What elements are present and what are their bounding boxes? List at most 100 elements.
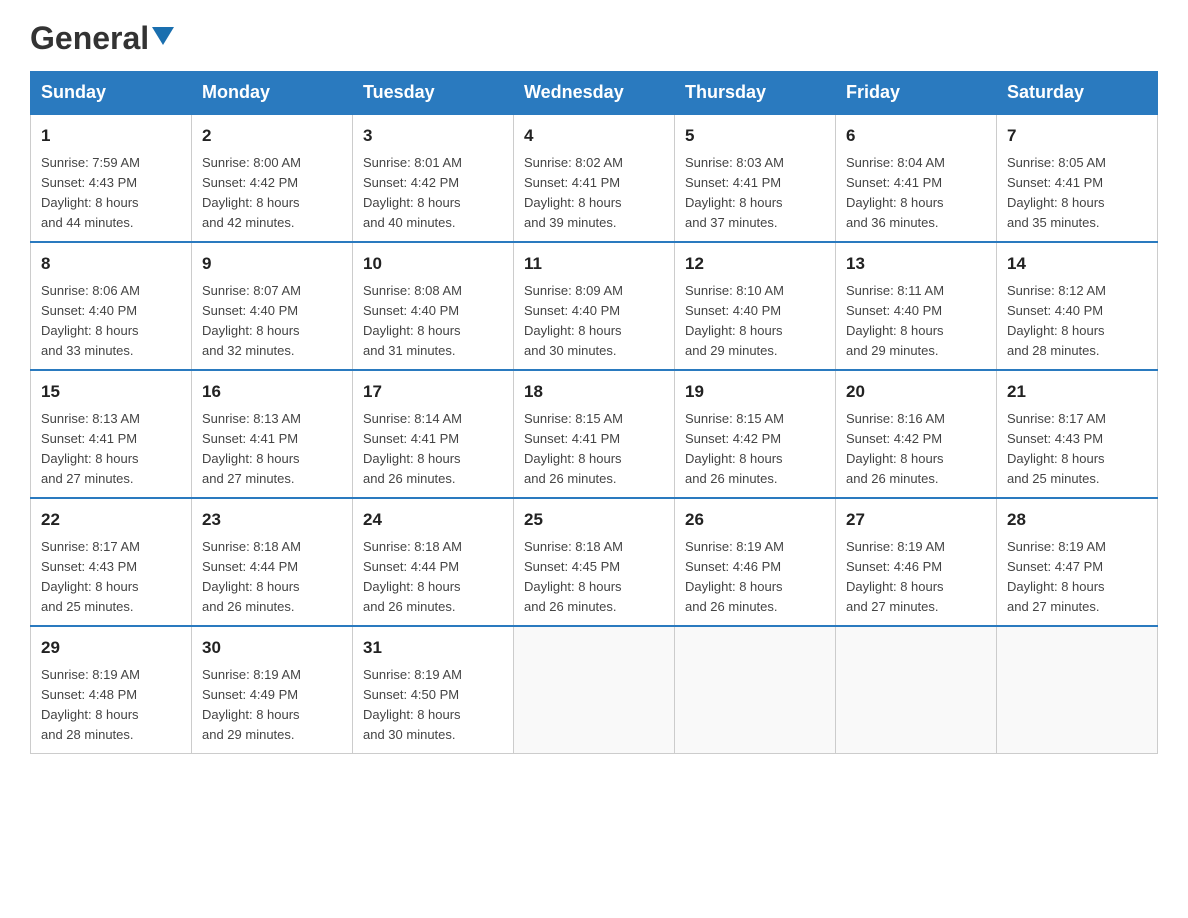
day-info: Sunrise: 8:13 AMSunset: 4:41 PMDaylight:… xyxy=(202,409,342,490)
calendar-table: SundayMondayTuesdayWednesdayThursdayFrid… xyxy=(30,71,1158,754)
logo-general: General xyxy=(30,20,149,57)
calendar-cell: 16 Sunrise: 8:13 AMSunset: 4:41 PMDayligh… xyxy=(192,370,353,498)
day-number: 22 xyxy=(41,507,181,533)
day-number: 29 xyxy=(41,635,181,661)
weekday-header-wednesday: Wednesday xyxy=(514,72,675,115)
calendar-week-4: 22 Sunrise: 8:17 AMSunset: 4:43 PMDayligh… xyxy=(31,498,1158,626)
day-info: Sunrise: 8:08 AMSunset: 4:40 PMDaylight:… xyxy=(363,281,503,362)
day-number: 26 xyxy=(685,507,825,533)
calendar-cell: 8 Sunrise: 8:06 AMSunset: 4:40 PMDaylight… xyxy=(31,242,192,370)
day-info: Sunrise: 8:19 AMSunset: 4:47 PMDaylight:… xyxy=(1007,537,1147,618)
day-info: Sunrise: 8:04 AMSunset: 4:41 PMDaylight:… xyxy=(846,153,986,234)
calendar-cell: 5 Sunrise: 8:03 AMSunset: 4:41 PMDaylight… xyxy=(675,114,836,242)
calendar-cell: 11 Sunrise: 8:09 AMSunset: 4:40 PMDayligh… xyxy=(514,242,675,370)
day-number: 20 xyxy=(846,379,986,405)
day-info: Sunrise: 8:02 AMSunset: 4:41 PMDaylight:… xyxy=(524,153,664,234)
day-info: Sunrise: 8:19 AMSunset: 4:48 PMDaylight:… xyxy=(41,665,181,746)
weekday-header-sunday: Sunday xyxy=(31,72,192,115)
day-info: Sunrise: 8:16 AMSunset: 4:42 PMDaylight:… xyxy=(846,409,986,490)
day-number: 2 xyxy=(202,123,342,149)
calendar-cell: 26 Sunrise: 8:19 AMSunset: 4:46 PMDayligh… xyxy=(675,498,836,626)
day-info: Sunrise: 8:03 AMSunset: 4:41 PMDaylight:… xyxy=(685,153,825,234)
calendar-cell: 1Sunrise: 7:59 AMSunset: 4:43 PMDaylight… xyxy=(31,114,192,242)
calendar-cell: 10Sunrise: 8:08 AMSunset: 4:40 PMDayligh… xyxy=(353,242,514,370)
day-info: Sunrise: 8:19 AMSunset: 4:46 PMDaylight:… xyxy=(685,537,825,618)
day-info: Sunrise: 8:06 AMSunset: 4:40 PMDaylight:… xyxy=(41,281,181,362)
day-info: Sunrise: 8:17 AMSunset: 4:43 PMDaylight:… xyxy=(1007,409,1147,490)
day-info: Sunrise: 8:14 AMSunset: 4:41 PMDaylight:… xyxy=(363,409,503,490)
day-info: Sunrise: 8:19 AMSunset: 4:49 PMDaylight:… xyxy=(202,665,342,746)
day-number: 3 xyxy=(363,123,503,149)
day-info: Sunrise: 8:19 AMSunset: 4:50 PMDaylight:… xyxy=(363,665,503,746)
calendar-cell: 17Sunrise: 8:14 AMSunset: 4:41 PMDayligh… xyxy=(353,370,514,498)
day-info: Sunrise: 8:12 AMSunset: 4:40 PMDaylight:… xyxy=(1007,281,1147,362)
day-info: Sunrise: 8:17 AMSunset: 4:43 PMDaylight:… xyxy=(41,537,181,618)
day-info: Sunrise: 8:09 AMSunset: 4:40 PMDaylight:… xyxy=(524,281,664,362)
day-number: 23 xyxy=(202,507,342,533)
calendar-cell: 9Sunrise: 8:07 AMSunset: 4:40 PMDaylight… xyxy=(192,242,353,370)
calendar-cell: 28 Sunrise: 8:19 AMSunset: 4:47 PMDayligh… xyxy=(997,498,1158,626)
day-number: 1 xyxy=(41,123,181,149)
calendar-week-3: 15 Sunrise: 8:13 AMSunset: 4:41 PMDayligh… xyxy=(31,370,1158,498)
calendar-cell xyxy=(997,626,1158,754)
calendar-cell: 3Sunrise: 8:01 AMSunset: 4:42 PMDaylight… xyxy=(353,114,514,242)
calendar-cell: 22 Sunrise: 8:17 AMSunset: 4:43 PMDayligh… xyxy=(31,498,192,626)
day-number: 12 xyxy=(685,251,825,277)
calendar-cell: 14 Sunrise: 8:12 AMSunset: 4:40 PMDayligh… xyxy=(997,242,1158,370)
page-header: General xyxy=(30,20,1158,51)
day-number: 25 xyxy=(524,507,664,533)
day-number: 5 xyxy=(685,123,825,149)
calendar-cell: 15 Sunrise: 8:13 AMSunset: 4:41 PMDayligh… xyxy=(31,370,192,498)
calendar-cell: 20 Sunrise: 8:16 AMSunset: 4:42 PMDayligh… xyxy=(836,370,997,498)
day-number: 8 xyxy=(41,251,181,277)
day-number: 11 xyxy=(524,251,664,277)
calendar-cell: 4 Sunrise: 8:02 AMSunset: 4:41 PMDaylight… xyxy=(514,114,675,242)
day-number: 27 xyxy=(846,507,986,533)
calendar-cell: 19 Sunrise: 8:15 AMSunset: 4:42 PMDayligh… xyxy=(675,370,836,498)
day-info: Sunrise: 8:15 AMSunset: 4:41 PMDaylight:… xyxy=(524,409,664,490)
day-info: Sunrise: 8:11 AMSunset: 4:40 PMDaylight:… xyxy=(846,281,986,362)
calendar-cell: 13 Sunrise: 8:11 AMSunset: 4:40 PMDayligh… xyxy=(836,242,997,370)
weekday-header-tuesday: Tuesday xyxy=(353,72,514,115)
calendar-cell: 30 Sunrise: 8:19 AMSunset: 4:49 PMDayligh… xyxy=(192,626,353,754)
weekday-header-monday: Monday xyxy=(192,72,353,115)
day-number: 9 xyxy=(202,251,342,277)
calendar-cell: 25 Sunrise: 8:18 AMSunset: 4:45 PMDayligh… xyxy=(514,498,675,626)
calendar-cell: 21 Sunrise: 8:17 AMSunset: 4:43 PMDayligh… xyxy=(997,370,1158,498)
calendar-cell: 24 Sunrise: 8:18 AMSunset: 4:44 PMDayligh… xyxy=(353,498,514,626)
day-number: 28 xyxy=(1007,507,1147,533)
day-number: 4 xyxy=(524,123,664,149)
day-number: 24 xyxy=(363,507,503,533)
day-info: Sunrise: 8:15 AMSunset: 4:42 PMDaylight:… xyxy=(685,409,825,490)
day-info: Sunrise: 8:18 AMSunset: 4:44 PMDaylight:… xyxy=(363,537,503,618)
weekday-header-friday: Friday xyxy=(836,72,997,115)
day-number: 30 xyxy=(202,635,342,661)
calendar-cell: 29 Sunrise: 8:19 AMSunset: 4:48 PMDayligh… xyxy=(31,626,192,754)
weekday-header-thursday: Thursday xyxy=(675,72,836,115)
day-number: 16 xyxy=(202,379,342,405)
day-info: Sunrise: 8:18 AMSunset: 4:45 PMDaylight:… xyxy=(524,537,664,618)
calendar-cell xyxy=(675,626,836,754)
day-number: 21 xyxy=(1007,379,1147,405)
calendar-cell: 12 Sunrise: 8:10 AMSunset: 4:40 PMDayligh… xyxy=(675,242,836,370)
day-number: 13 xyxy=(846,251,986,277)
logo: General xyxy=(30,20,174,51)
day-info: Sunrise: 8:05 AMSunset: 4:41 PMDaylight:… xyxy=(1007,153,1147,234)
day-info: Sunrise: 8:00 AMSunset: 4:42 PMDaylight:… xyxy=(202,153,342,234)
weekday-header-saturday: Saturday xyxy=(997,72,1158,115)
calendar-week-1: 1Sunrise: 7:59 AMSunset: 4:43 PMDaylight… xyxy=(31,114,1158,242)
calendar-cell: 7 Sunrise: 8:05 AMSunset: 4:41 PMDaylight… xyxy=(997,114,1158,242)
day-number: 31 xyxy=(363,635,503,661)
day-info: Sunrise: 8:18 AMSunset: 4:44 PMDaylight:… xyxy=(202,537,342,618)
day-number: 7 xyxy=(1007,123,1147,149)
calendar-cell: 6Sunrise: 8:04 AMSunset: 4:41 PMDaylight… xyxy=(836,114,997,242)
calendar-cell xyxy=(514,626,675,754)
day-number: 15 xyxy=(41,379,181,405)
day-number: 14 xyxy=(1007,251,1147,277)
calendar-cell: 2 Sunrise: 8:00 AMSunset: 4:42 PMDaylight… xyxy=(192,114,353,242)
day-info: Sunrise: 8:10 AMSunset: 4:40 PMDaylight:… xyxy=(685,281,825,362)
calendar-cell: 31 Sunrise: 8:19 AMSunset: 4:50 PMDayligh… xyxy=(353,626,514,754)
day-number: 19 xyxy=(685,379,825,405)
calendar-cell: 18Sunrise: 8:15 AMSunset: 4:41 PMDayligh… xyxy=(514,370,675,498)
day-info: Sunrise: 8:13 AMSunset: 4:41 PMDaylight:… xyxy=(41,409,181,490)
